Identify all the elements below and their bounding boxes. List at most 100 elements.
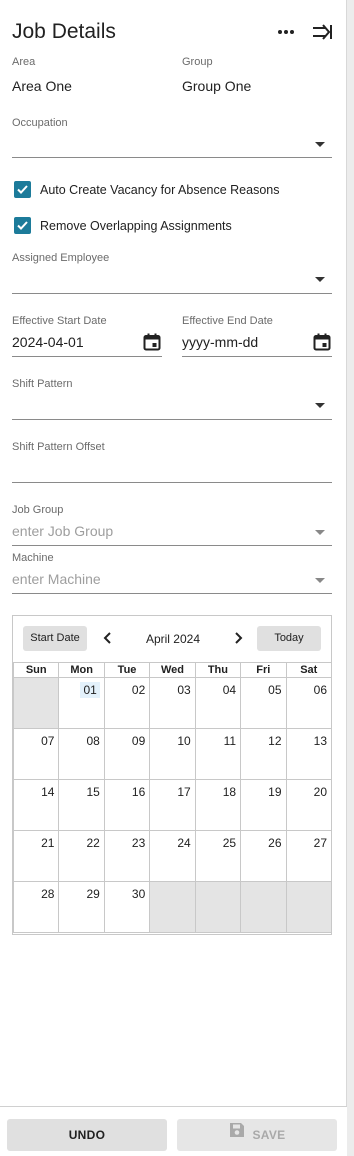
effective-start-underline (12, 356, 162, 357)
assigned-employee-dropdown-icon[interactable] (315, 277, 325, 282)
calendar-day-number: 21 (41, 836, 55, 850)
calendar-day-number: 16 (131, 785, 146, 799)
group-value: Group One (182, 78, 252, 94)
calendar-day-number: 10 (177, 734, 191, 748)
weekday-header: Sun (12, 662, 60, 678)
calendar-day[interactable]: 24 (149, 830, 196, 882)
calendar-day[interactable]: 17 (149, 779, 196, 831)
undo-button[interactable]: UNDO (7, 1119, 167, 1151)
calendar-day[interactable]: 30 (103, 881, 151, 933)
machine-input[interactable]: enter Machine (12, 571, 101, 587)
calendar-day-number: 20 (313, 785, 327, 799)
calendar-day-number: 02 (131, 683, 146, 697)
calendar-day[interactable]: 26 (240, 830, 287, 882)
calendar-day-number: 13 (313, 734, 327, 748)
calendar-day[interactable]: 05 (240, 677, 287, 729)
calendar-icon[interactable] (143, 333, 161, 351)
calendar-day[interactable]: 16 (103, 779, 151, 831)
calendar-day[interactable]: 12 (240, 728, 287, 780)
calendar-icon[interactable] (313, 333, 331, 351)
calendar-day[interactable]: 11 (194, 728, 242, 780)
machine-label: Machine (12, 552, 54, 564)
save-button-label: SAVE (252, 1128, 286, 1142)
calendar-day-number: 27 (313, 836, 327, 850)
assigned-employee-select[interactable] (12, 272, 312, 290)
job-group-dropdown-icon[interactable] (315, 530, 325, 535)
panel-header: Job Details (12, 18, 334, 48)
calendar-day[interactable]: 08 (58, 728, 105, 780)
calendar-day[interactable]: 01 (58, 677, 105, 729)
occupation-select[interactable] (12, 137, 312, 155)
calendar-day[interactable]: 06 (285, 677, 333, 729)
calendar-day[interactable]: 21 (12, 830, 60, 882)
calendar-day-number: 29 (86, 887, 100, 901)
calendar-day-number: 03 (177, 683, 191, 697)
auto-create-vacancy-label: Auto Create Vacancy for Absence Reasons (40, 183, 280, 197)
calendar-day[interactable]: 19 (240, 779, 287, 831)
collapse-panel-icon[interactable] (311, 22, 332, 42)
calendar-day-empty (194, 881, 242, 933)
calendar-grid: Sun Mon Tue Wed Thu Fri Sat 01 02 03 04 05 06 07 08 09… (12, 662, 333, 933)
shift-pattern-dropdown-icon[interactable] (315, 403, 325, 408)
calendar-day[interactable]: 25 (194, 830, 242, 882)
calendar-day[interactable]: 10 (149, 728, 196, 780)
calendar-day[interactable]: 14 (12, 779, 60, 831)
remove-overlapping-checkbox[interactable] (14, 217, 31, 234)
calendar-day[interactable]: 18 (194, 779, 242, 831)
calendar-day[interactable]: 29 (58, 881, 105, 933)
job-details-panel: Job Details Area Area One Group Group On… (0, 0, 347, 1156)
group-label: Group (182, 56, 213, 68)
calendar-day[interactable]: 13 (285, 728, 333, 780)
calendar-day[interactable]: 07 (12, 728, 60, 780)
shift-pattern-offset-input[interactable] (12, 461, 332, 479)
chevron-right-icon[interactable] (230, 629, 246, 647)
calendar-week-row: 07 08 09 10 11 12 13 (12, 728, 333, 780)
chevron-left-icon[interactable] (100, 629, 116, 647)
calendar-week-row: 14 15 16 17 18 19 20 (12, 779, 333, 831)
calendar-day[interactable]: 27 (285, 830, 333, 882)
calendar-day[interactable]: 15 (58, 779, 105, 831)
auto-create-vacancy-checkbox[interactable] (14, 181, 31, 198)
weekday-header: Mon (58, 662, 105, 678)
calendar-day-empty (149, 881, 196, 933)
calendar-day-number: 18 (222, 785, 237, 799)
shift-pattern-offset-label: Shift Pattern Offset (12, 441, 105, 453)
calendar-day[interactable]: 03 (149, 677, 196, 729)
occupation-label: Occupation (12, 117, 68, 129)
start-date-button[interactable]: Start Date (23, 626, 87, 651)
today-button[interactable]: Today (257, 626, 321, 651)
calendar-day-number: 14 (41, 785, 55, 799)
shift-pattern-offset-underline (12, 482, 332, 483)
calendar-day[interactable]: 28 (12, 881, 60, 933)
calendar-day[interactable]: 22 (58, 830, 105, 882)
calendar-day-number: 26 (268, 836, 282, 850)
calendar-day[interactable]: 02 (103, 677, 151, 729)
effective-end-input[interactable]: yyyy-mm-dd (182, 334, 258, 350)
assigned-employee-underline (12, 293, 332, 294)
calendar-day[interactable]: 20 (285, 779, 333, 831)
footer-bar: UNDO SAVE (0, 1106, 347, 1156)
occupation-dropdown-icon[interactable] (315, 142, 325, 147)
weekday-header: Fri (240, 662, 287, 678)
calendar-day-empty (285, 881, 333, 933)
effective-end-underline (182, 356, 332, 357)
save-button[interactable]: SAVE (177, 1119, 337, 1151)
calendar-day-number: 08 (86, 734, 100, 748)
calendar-day-number: 17 (177, 785, 191, 799)
weekday-header: Sat (285, 662, 333, 678)
more-options-icon[interactable] (276, 22, 296, 42)
calendar-day[interactable]: 04 (194, 677, 242, 729)
calendar-day[interactable]: 23 (103, 830, 151, 882)
area-label: Area (12, 56, 36, 68)
effective-start-input[interactable]: 2024-04-01 (12, 334, 84, 350)
shift-pattern-select[interactable] (12, 398, 312, 416)
weekday-header: Wed (149, 662, 196, 678)
undo-button-label: UNDO (68, 1128, 106, 1142)
calendar-day[interactable]: 09 (103, 728, 151, 780)
save-icon (229, 1118, 245, 1150)
calendar-day-number: 06 (313, 683, 327, 697)
calendar-day-empty (12, 677, 60, 729)
machine-dropdown-icon[interactable] (315, 578, 325, 583)
job-group-input[interactable]: enter Job Group (12, 523, 113, 539)
calendar-week-row: 28 29 30 (12, 881, 333, 933)
